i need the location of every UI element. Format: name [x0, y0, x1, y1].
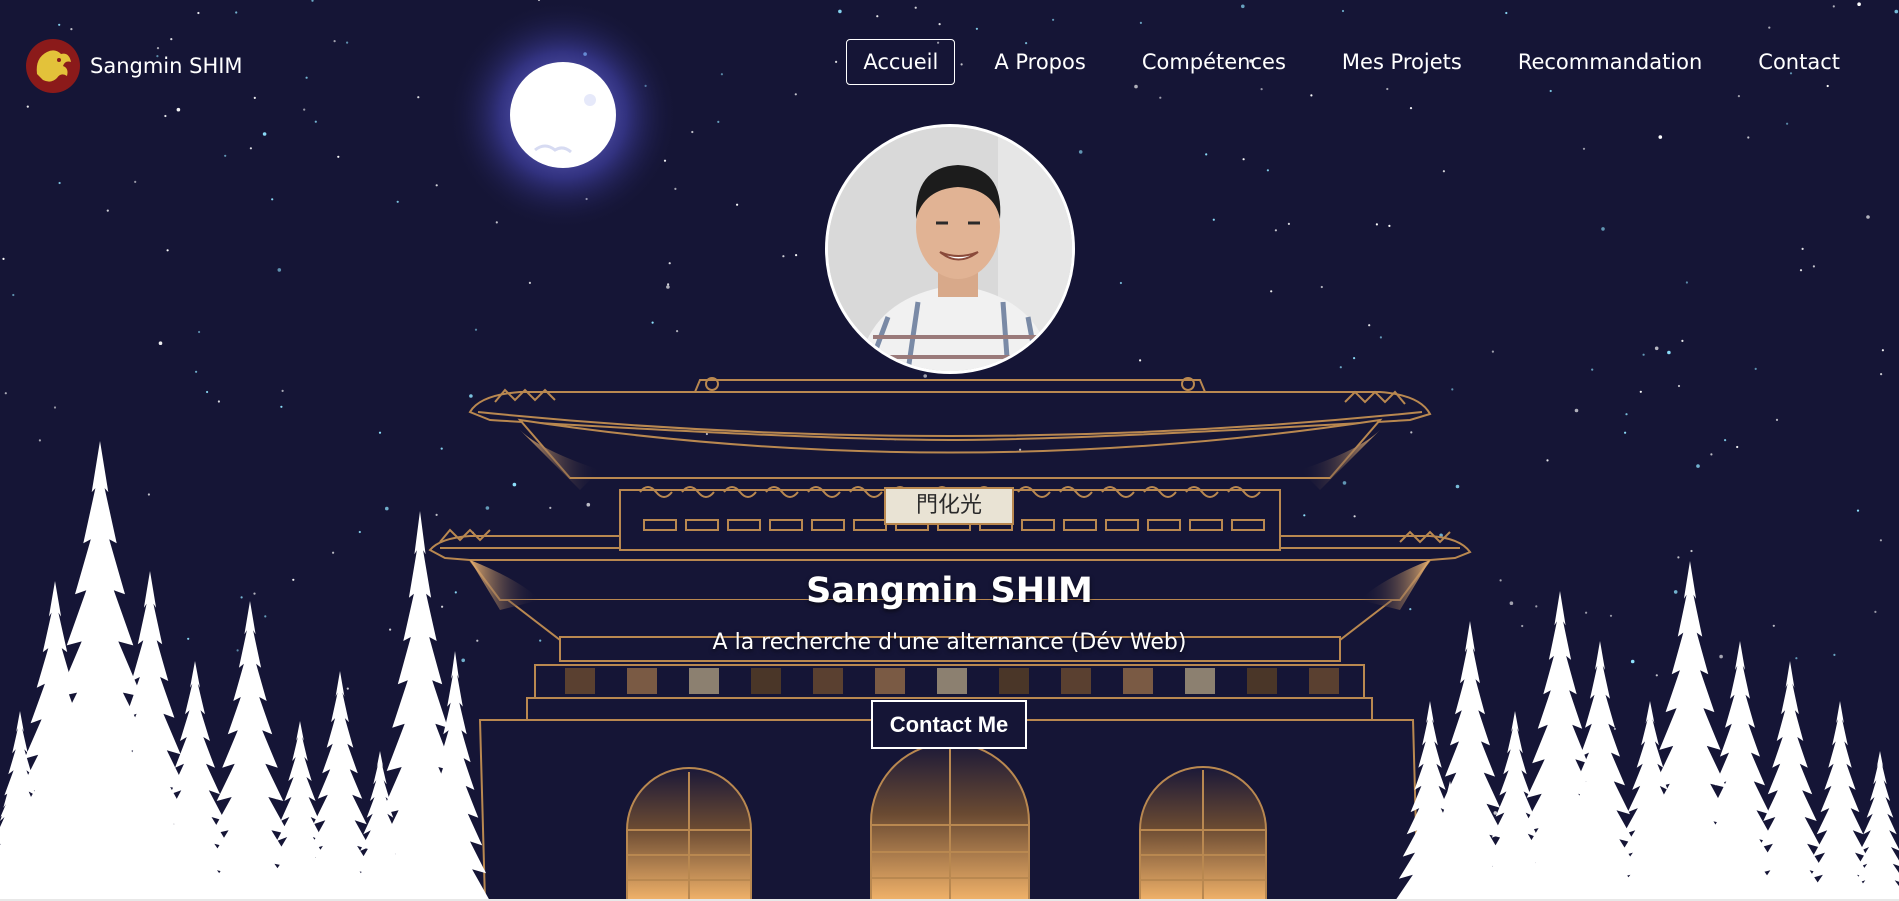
- dragon-logo-icon: [26, 39, 80, 93]
- nav-item-mes-projets[interactable]: Mes Projets: [1325, 39, 1479, 85]
- hero-section: 門化光 Sangmin SHIM Accueil A Propos Compét…: [0, 0, 1899, 901]
- pine-trees-right: [1395, 561, 1899, 901]
- moon-icon: [448, 0, 678, 230]
- gate-door-left: [626, 767, 752, 901]
- nav-item-recommandation[interactable]: Recommandation: [1501, 39, 1719, 85]
- profile-photo: [828, 127, 1072, 371]
- profile-avatar: [825, 124, 1075, 374]
- nav-item-contact[interactable]: Contact: [1741, 39, 1857, 85]
- nav-item-a-propos[interactable]: A Propos: [977, 39, 1102, 85]
- hero-subtitle: A la recherche d'une alternance (Dév Web…: [712, 630, 1187, 655]
- brand-name: Sangmin SHIM: [90, 54, 243, 78]
- hero-title: Sangmin SHIM: [806, 571, 1093, 611]
- pine-trees-left: [0, 441, 490, 901]
- gate-door-right: [1139, 766, 1267, 901]
- nav-item-accueil[interactable]: Accueil: [846, 39, 956, 85]
- gate-signboard-text: 門化光: [916, 493, 982, 518]
- brand[interactable]: Sangmin SHIM: [25, 38, 243, 94]
- gate-door-center: [870, 742, 1030, 901]
- nav-item-competences[interactable]: Compétences: [1125, 39, 1303, 85]
- contact-me-button[interactable]: Contact Me: [871, 700, 1027, 749]
- main-nav: Accueil A Propos Compétences Mes Projets…: [846, 39, 1857, 85]
